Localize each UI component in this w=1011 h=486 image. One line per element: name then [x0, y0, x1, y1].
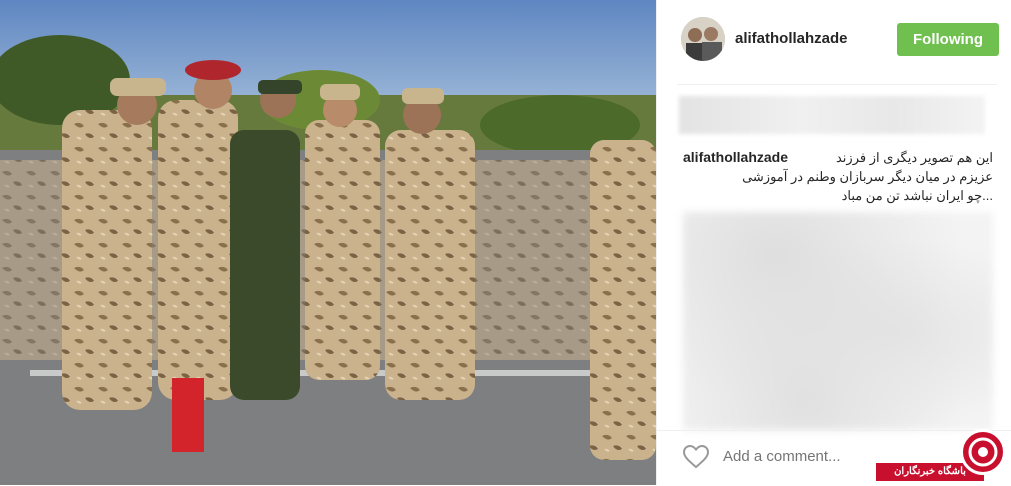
watermark-logo	[960, 429, 1006, 475]
caption-username[interactable]: alifathollahzade	[683, 148, 788, 167]
heart-icon[interactable]	[683, 445, 709, 469]
post-username[interactable]: alifathollahzade	[735, 30, 848, 47]
blurred-likes	[679, 96, 985, 134]
post-photo[interactable]	[0, 0, 656, 485]
header-divider	[677, 84, 997, 85]
caption-line-2: عزیزم در میان دیگر سربازان وطنم در آموزش…	[742, 169, 993, 184]
caption-line-1: این هم تصویر دیگری از فرزند	[835, 150, 993, 165]
avatar[interactable]	[681, 17, 725, 61]
caption-line-3: ...چو ایران نباشد تن من مباد	[841, 188, 993, 203]
soldiers-photo	[0, 0, 656, 485]
blurred-comments	[683, 212, 993, 430]
post-header: alifathollahzade Following	[657, 0, 1011, 84]
post-side-panel: alifathollahzade Following alifathollahz…	[656, 0, 1011, 485]
following-button[interactable]: Following	[897, 23, 999, 56]
post-caption: alifathollahzade این هم تصویر دیگری از ف…	[683, 148, 993, 205]
watermark: باشگاه خبرنگاران	[876, 425, 1006, 483]
